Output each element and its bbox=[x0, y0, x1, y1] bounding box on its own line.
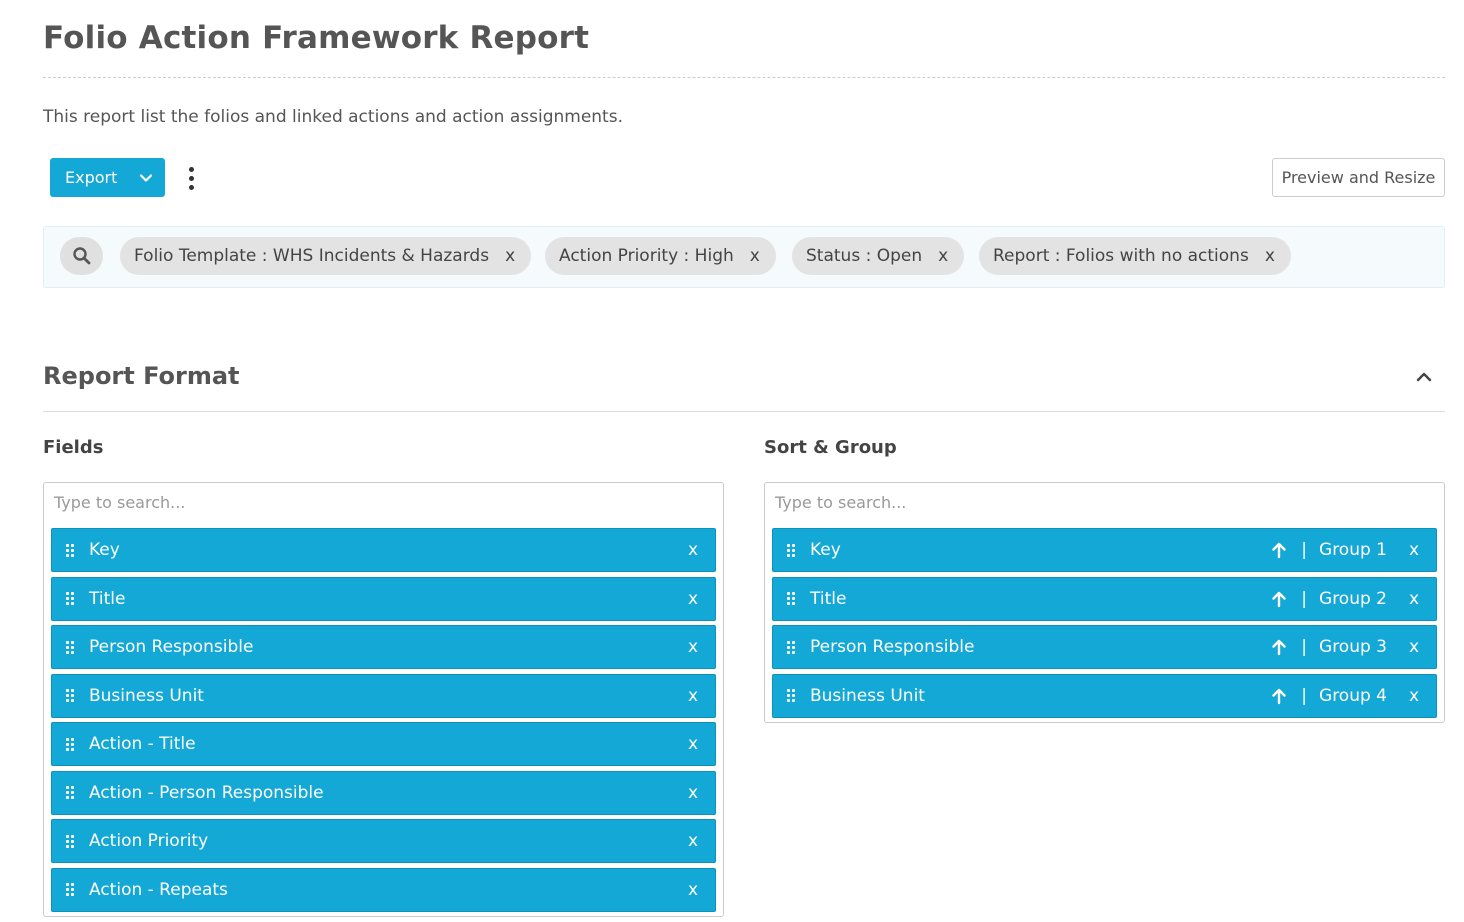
remove-field-button[interactable]: x bbox=[686, 637, 700, 657]
filter-chip-label: Action Priority : High bbox=[559, 246, 734, 266]
remove-sort-button[interactable]: x bbox=[1407, 686, 1421, 706]
remove-sort-button[interactable]: x bbox=[1407, 589, 1421, 609]
sort-group-search-input[interactable] bbox=[775, 493, 1387, 512]
sort-group-item[interactable]: Title | Group 2 x bbox=[772, 576, 1437, 621]
separator: | bbox=[1301, 588, 1308, 609]
report-description: This report list the folios and linked a… bbox=[43, 107, 623, 127]
sort-group-item[interactable]: Business Unit | Group 4 x bbox=[772, 673, 1437, 718]
field-item[interactable]: Title x bbox=[51, 576, 716, 621]
filter-chip-label: Folio Template : WHS Incidents & Hazards bbox=[134, 246, 490, 266]
drag-handle-icon[interactable] bbox=[66, 786, 74, 800]
remove-filter-button[interactable]: x bbox=[1265, 246, 1275, 266]
remove-field-button[interactable]: x bbox=[686, 783, 700, 803]
preview-and-resize-button[interactable]: Preview and Resize bbox=[1272, 158, 1445, 197]
fields-search-input[interactable] bbox=[54, 493, 666, 512]
remove-field-button[interactable]: x bbox=[686, 589, 700, 609]
chevron-up-icon[interactable] bbox=[1413, 366, 1435, 388]
field-item-label: Action - Person Responsible bbox=[89, 782, 324, 803]
field-item-label: Key bbox=[89, 540, 120, 560]
separator: | bbox=[1301, 685, 1308, 706]
filter-chip-status[interactable]: Status : Open x bbox=[792, 237, 965, 275]
sort-group-heading: Sort & Group bbox=[764, 437, 897, 458]
drag-handle-icon[interactable] bbox=[66, 834, 74, 848]
filter-chip-label: Status : Open bbox=[806, 246, 923, 266]
sort-group-item-label: Key bbox=[810, 540, 841, 560]
field-item[interactable]: Action - Title x bbox=[51, 722, 716, 766]
drag-handle-icon[interactable] bbox=[66, 592, 74, 606]
drag-handle-icon[interactable] bbox=[66, 883, 74, 897]
filter-bar: Folio Template : WHS Incidents & Hazards… bbox=[43, 226, 1445, 288]
remove-filter-button[interactable]: x bbox=[938, 246, 948, 266]
export-button-label: Export bbox=[65, 168, 118, 187]
field-item[interactable]: Action Priority x bbox=[51, 819, 716, 863]
fields-list: KeyxTitlexPerson ResponsiblexBusiness Un… bbox=[43, 482, 724, 917]
remove-filter-button[interactable]: x bbox=[750, 246, 760, 266]
field-item-label: Action Priority bbox=[89, 831, 209, 851]
group-button[interactable]: Group 4 bbox=[1319, 686, 1387, 706]
group-button[interactable]: Group 1 bbox=[1319, 540, 1387, 560]
group-button[interactable]: Group 2 bbox=[1319, 589, 1387, 609]
title-divider bbox=[43, 77, 1445, 78]
drag-handle-icon[interactable] bbox=[66, 640, 74, 654]
drag-handle-icon[interactable] bbox=[66, 689, 74, 703]
field-item[interactable]: Person Responsible x bbox=[51, 625, 716, 669]
field-item[interactable]: Action - Repeats x bbox=[51, 867, 716, 912]
remove-field-button[interactable]: x bbox=[686, 831, 700, 851]
arrow-up-icon[interactable] bbox=[1269, 637, 1289, 657]
filter-chip-action-priority[interactable]: Action Priority : High x bbox=[545, 237, 776, 275]
sort-group-item[interactable]: Person Responsible | Group 3 x bbox=[772, 625, 1437, 669]
section-divider bbox=[43, 411, 1445, 412]
field-item[interactable]: Action - Person Responsible x bbox=[51, 770, 716, 815]
drag-handle-icon[interactable] bbox=[787, 543, 795, 557]
report-format-title: Report Format bbox=[43, 362, 240, 390]
sort-group-list: Key|Group 1xTitle|Group 2xPerson Respons… bbox=[764, 482, 1445, 723]
sort-group-item-label: Title bbox=[810, 588, 847, 609]
filter-chip-report[interactable]: Report : Folios with no actions x bbox=[979, 237, 1291, 275]
page-title: Folio Action Framework Report bbox=[43, 20, 590, 56]
group-button[interactable]: Group 3 bbox=[1319, 637, 1387, 657]
arrow-up-icon[interactable] bbox=[1269, 686, 1289, 706]
remove-sort-button[interactable]: x bbox=[1407, 637, 1421, 657]
filter-chip-folio-template[interactable]: Folio Template : WHS Incidents & Hazards… bbox=[120, 237, 532, 275]
remove-field-button[interactable]: x bbox=[686, 686, 700, 706]
field-item-label: Person Responsible bbox=[89, 637, 254, 657]
drag-handle-icon[interactable] bbox=[66, 543, 74, 557]
field-item-label: Action - Repeats bbox=[89, 879, 228, 900]
filter-chip-label: Report : Folios with no actions bbox=[993, 246, 1249, 266]
fields-heading: Fields bbox=[43, 437, 104, 458]
remove-sort-button[interactable]: x bbox=[1407, 540, 1421, 560]
drag-handle-icon[interactable] bbox=[787, 689, 795, 703]
remove-field-button[interactable]: x bbox=[686, 734, 700, 754]
kebab-menu-icon[interactable] bbox=[182, 163, 200, 193]
search-icon[interactable] bbox=[60, 237, 103, 275]
chevron-down-icon[interactable] bbox=[137, 169, 155, 187]
field-item[interactable]: Business Unit x bbox=[51, 673, 716, 718]
drag-handle-icon[interactable] bbox=[787, 640, 795, 654]
field-item-label: Action - Title bbox=[89, 734, 196, 754]
separator: | bbox=[1301, 637, 1308, 657]
sort-group-item-label: Person Responsible bbox=[810, 637, 975, 657]
export-button[interactable]: Export bbox=[50, 158, 165, 197]
field-item[interactable]: Key x bbox=[51, 528, 716, 572]
remove-filter-button[interactable]: x bbox=[505, 246, 515, 266]
sort-group-item-label: Business Unit bbox=[810, 685, 925, 706]
drag-handle-icon[interactable] bbox=[787, 592, 795, 606]
field-item-label: Business Unit bbox=[89, 685, 204, 706]
remove-field-button[interactable]: x bbox=[686, 880, 700, 900]
separator: | bbox=[1301, 540, 1308, 560]
sort-group-item[interactable]: Key | Group 1 x bbox=[772, 528, 1437, 572]
arrow-up-icon[interactable] bbox=[1269, 540, 1289, 560]
field-item-label: Title bbox=[89, 588, 126, 609]
remove-field-button[interactable]: x bbox=[686, 540, 700, 560]
arrow-up-icon[interactable] bbox=[1269, 589, 1289, 609]
drag-handle-icon[interactable] bbox=[66, 737, 74, 751]
